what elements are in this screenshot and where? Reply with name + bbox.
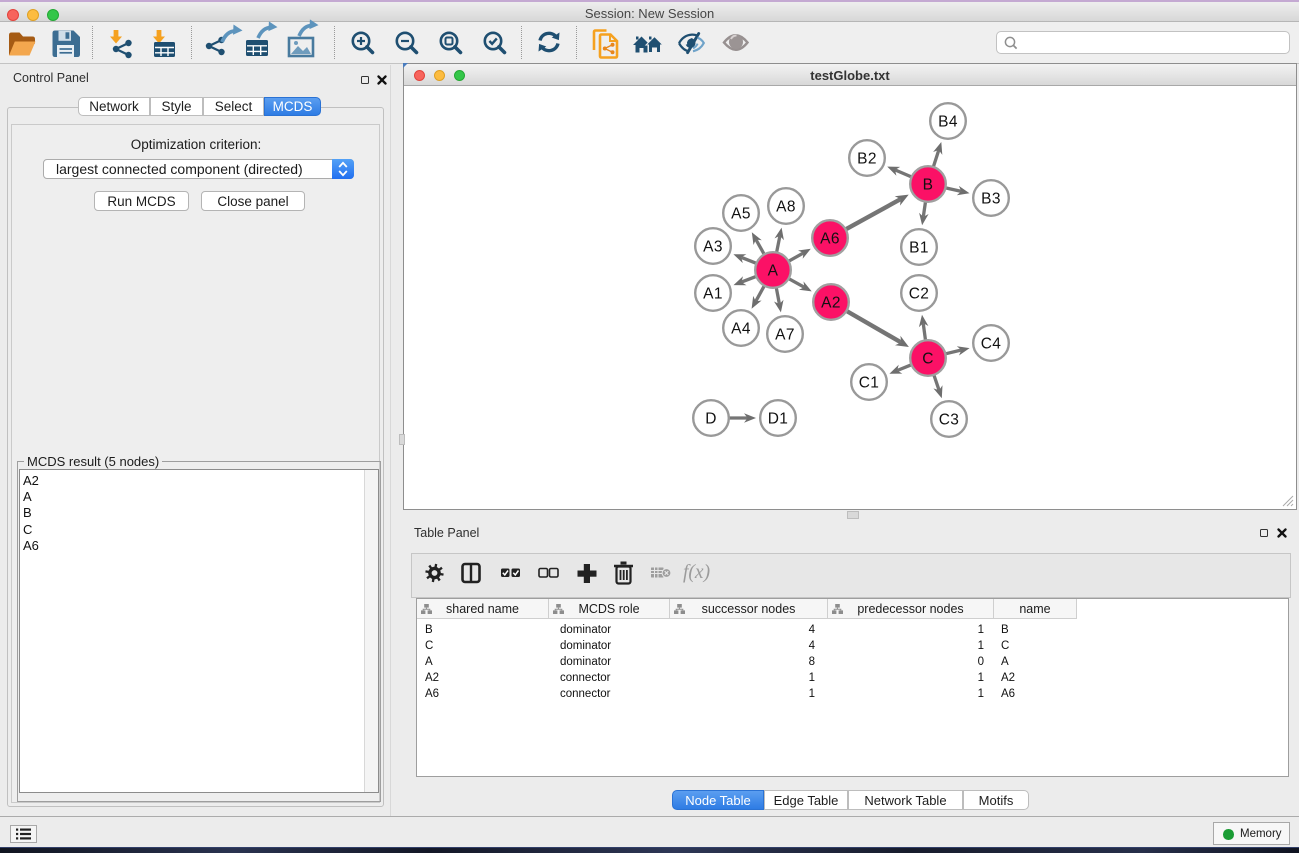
svg-text:B: B [923, 177, 934, 194]
svg-text:A4: A4 [731, 321, 751, 338]
svg-text:A8: A8 [776, 199, 796, 216]
svg-text:C: C [922, 351, 934, 368]
svg-text:A2: A2 [821, 295, 841, 312]
svg-text:A1: A1 [703, 286, 723, 303]
svg-text:B2: B2 [857, 151, 877, 168]
svg-text:B1: B1 [909, 240, 929, 257]
svg-text:C1: C1 [859, 375, 880, 392]
svg-text:A: A [768, 263, 779, 280]
svg-text:C4: C4 [981, 336, 1002, 353]
svg-text:C3: C3 [939, 412, 960, 429]
svg-text:B4: B4 [938, 114, 958, 131]
svg-text:A6: A6 [820, 231, 840, 248]
svg-text:B3: B3 [981, 191, 1001, 208]
svg-text:A7: A7 [775, 327, 795, 344]
svg-text:A3: A3 [703, 239, 723, 256]
svg-text:C2: C2 [909, 286, 930, 303]
svg-text:A5: A5 [731, 206, 751, 223]
svg-text:D: D [705, 411, 717, 428]
svg-text:D1: D1 [768, 411, 789, 428]
